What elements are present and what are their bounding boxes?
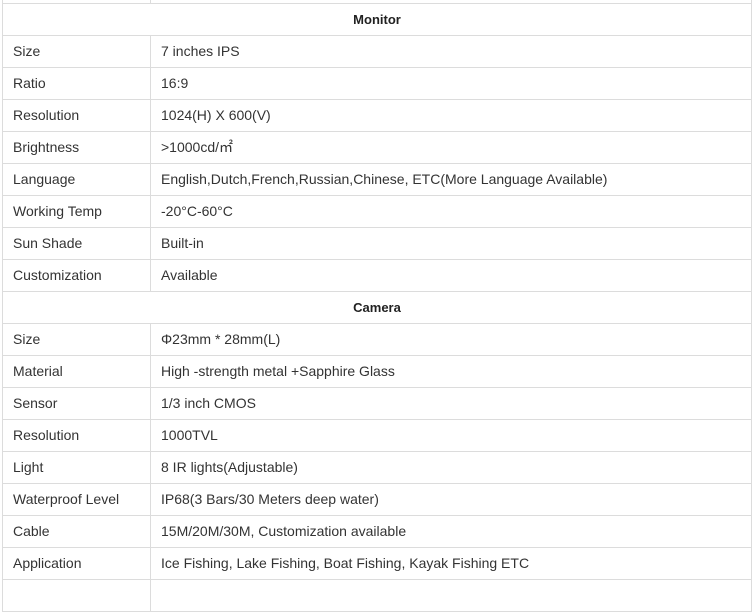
row-label: Light xyxy=(2,451,151,484)
table-row-partial xyxy=(2,579,752,612)
row-value: Ice Fishing, Lake Fishing, Boat Fishing,… xyxy=(150,547,752,580)
row-label: Sensor xyxy=(2,387,151,420)
row-value: -20°C-60°C xyxy=(150,195,752,228)
row-value: >1000cd/㎡ xyxy=(150,131,752,164)
row-value: 1000TVL xyxy=(150,419,752,452)
row-value: 1024(H) X 600(V) xyxy=(150,99,752,132)
row-value: IP68(3 Bars/30 Meters deep water) xyxy=(150,483,752,516)
spec-table-container: Monitor Size 7 inches IPS Ratio 16:9 Res… xyxy=(2,0,752,612)
row-value: 16:9 xyxy=(150,67,752,100)
table-row: Material High -strength metal +Sapphire … xyxy=(2,355,752,388)
row-label: Brightness xyxy=(2,131,151,164)
row-value: Available xyxy=(150,259,752,292)
table-row: Light 8 IR lights(Adjustable) xyxy=(2,451,752,484)
section-header-monitor: Monitor xyxy=(2,3,752,36)
table-row: Language English,Dutch,French,Russian,Ch… xyxy=(2,163,752,196)
table-row: Customization Available xyxy=(2,259,752,292)
row-label: Application xyxy=(2,547,151,580)
row-value-cell xyxy=(150,579,752,612)
table-row: Sun Shade Built-in xyxy=(2,227,752,260)
table-row: Brightness >1000cd/㎡ xyxy=(2,131,752,164)
row-label: Resolution xyxy=(2,99,151,132)
table-row: Resolution 1024(H) X 600(V) xyxy=(2,99,752,132)
row-value: Φ23mm * 28mm(L) xyxy=(150,323,752,356)
row-label: Waterproof Level xyxy=(2,483,151,516)
table-row: Ratio 16:9 xyxy=(2,67,752,100)
row-value: 8 IR lights(Adjustable) xyxy=(150,451,752,484)
spec-table-body: Monitor Size 7 inches IPS Ratio 16:9 Res… xyxy=(2,0,752,612)
section-header-camera: Camera xyxy=(2,291,752,324)
spec-table: Monitor Size 7 inches IPS Ratio 16:9 Res… xyxy=(2,0,752,612)
row-value: 15M/20M/30M, Customization available xyxy=(150,515,752,548)
row-value: 1/3 inch CMOS xyxy=(150,387,752,420)
row-label: Customization xyxy=(2,259,151,292)
table-row: Size Φ23mm * 28mm(L) xyxy=(2,323,752,356)
row-label: Ratio xyxy=(2,67,151,100)
table-row: Size 7 inches IPS xyxy=(2,35,752,68)
row-value: 7 inches IPS xyxy=(150,35,752,68)
row-label: Cable xyxy=(2,515,151,548)
table-row: Resolution 1000TVL xyxy=(2,419,752,452)
row-label: Size xyxy=(2,323,151,356)
table-row: Working Temp -20°C-60°C xyxy=(2,195,752,228)
row-value: High -strength metal +Sapphire Glass xyxy=(150,355,752,388)
table-row: Cable 15M/20M/30M, Customization availab… xyxy=(2,515,752,548)
section-title: Monitor xyxy=(2,3,752,36)
row-label: Resolution xyxy=(2,419,151,452)
row-value: English,Dutch,French,Russian,Chinese, ET… xyxy=(150,163,752,196)
row-value: Built-in xyxy=(150,227,752,260)
row-label: Size xyxy=(2,35,151,68)
section-title: Camera xyxy=(2,291,752,324)
table-row: Waterproof Level IP68(3 Bars/30 Meters d… xyxy=(2,483,752,516)
row-label-cell xyxy=(2,579,151,612)
row-label: Language xyxy=(2,163,151,196)
row-label: Working Temp xyxy=(2,195,151,228)
row-label: Material xyxy=(2,355,151,388)
table-row: Application Ice Fishing, Lake Fishing, B… xyxy=(2,547,752,580)
row-label: Sun Shade xyxy=(2,227,151,260)
table-row: Sensor 1/3 inch CMOS xyxy=(2,387,752,420)
